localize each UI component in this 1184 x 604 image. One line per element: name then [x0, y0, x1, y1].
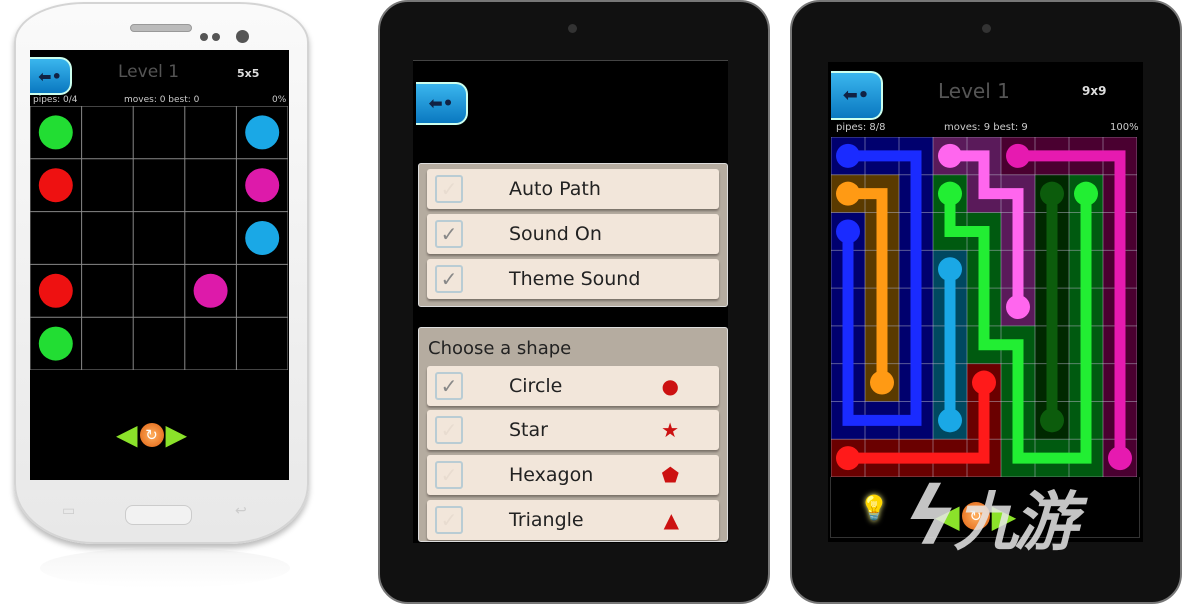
flow-dot: [1108, 446, 1132, 471]
front-camera: [568, 24, 577, 33]
flow-dot: [836, 143, 860, 168]
setting-label: Auto Path: [509, 178, 601, 200]
flow-dot: [193, 273, 228, 308]
flow-dot: [245, 115, 280, 150]
watermark-text: 九游: [953, 486, 1078, 560]
next-level-button[interactable]: ▶: [166, 421, 188, 449]
level-title: Level 1: [938, 79, 1010, 103]
progress-percent: 100%: [1110, 122, 1139, 133]
pipes-count: pipes: 8/8: [836, 122, 886, 133]
shape-label: Hexagon: [509, 464, 594, 486]
checkbox[interactable]: ✓: [435, 265, 463, 293]
flow-dot: [836, 181, 860, 206]
shape-header: Choose a shape: [428, 338, 572, 359]
front-camera: [236, 30, 249, 43]
front-camera: [982, 24, 991, 33]
pipes-count: pipes: 0/4: [33, 95, 78, 105]
back-arrow-icon: ⬅•: [428, 93, 454, 114]
grid-size: 5x5: [237, 67, 260, 80]
setting-label: Sound On: [509, 223, 602, 245]
checkbox[interactable]: ✓: [435, 506, 463, 534]
shape-star[interactable]: ✓ Star ★: [427, 410, 719, 450]
setting-auto-path[interactable]: ✓ Auto Path: [427, 169, 719, 209]
menu-key-icon[interactable]: ▭: [62, 503, 75, 519]
flow-dot: [938, 408, 962, 433]
shape-triangle[interactable]: ✓ Triangle ▲: [427, 500, 719, 540]
back-button[interactable]: ⬅•: [416, 82, 468, 125]
moves-count: moves: 0 best: 0: [124, 95, 200, 105]
phone-reflection: [40, 548, 290, 588]
checkbox[interactable]: ✓: [435, 220, 463, 248]
flow-dot: [1040, 181, 1064, 206]
home-button[interactable]: [125, 505, 192, 525]
back-key-icon[interactable]: ↩: [235, 503, 247, 519]
checkbox[interactable]: ✓: [435, 461, 463, 489]
back-arrow-icon: ⬅•: [842, 85, 870, 106]
flow-dot: [938, 181, 962, 206]
flow-dot: [38, 273, 73, 308]
flow-dot: [1074, 181, 1098, 206]
checkbox[interactable]: ✓: [435, 372, 463, 400]
shape-hexagon[interactable]: ✓ Hexagon ⬟: [427, 455, 719, 495]
shape-label: Circle: [509, 375, 563, 397]
lightbulb-icon[interactable]: 💡: [859, 494, 889, 522]
setting-theme-sound[interactable]: ✓ Theme Sound: [427, 259, 719, 299]
progress-percent: 0%: [272, 95, 287, 105]
back-button[interactable]: ⬅•: [831, 71, 883, 120]
flow-dot: [38, 168, 73, 203]
back-arrow-icon: ⬅•: [38, 66, 62, 86]
sensor-icon: [212, 33, 220, 41]
grid-size: 9x9: [1082, 84, 1107, 98]
flow-dot: [836, 446, 860, 471]
flow-dot: [870, 370, 894, 395]
shape-label: Star: [509, 419, 548, 441]
level-title: Level 1: [118, 62, 180, 82]
flow-dot: [1006, 143, 1030, 168]
flow-dot: [972, 370, 996, 395]
game-board[interactable]: [831, 137, 1137, 477]
flow-dot: [245, 168, 280, 203]
star-icon: ★: [661, 418, 679, 442]
triangle-icon: ▲: [663, 508, 679, 532]
back-button[interactable]: ⬅•: [30, 57, 72, 95]
checkbox[interactable]: ✓: [435, 416, 463, 444]
game-board[interactable]: [30, 106, 288, 370]
flow-dot: [1006, 295, 1030, 319]
reload-button[interactable]: ↻: [139, 423, 164, 447]
shape-panel: Choose a shape ✓ Circle ● ✓ Star ★ ✓ Hexagon ⬟…: [418, 327, 728, 542]
shape-circle[interactable]: ✓ Circle ●: [427, 366, 719, 406]
circle-icon: ●: [661, 374, 679, 398]
flow-dot: [938, 143, 962, 168]
flow-dot: [245, 221, 280, 255]
setting-sound-on[interactable]: ✓ Sound On: [427, 214, 719, 254]
flow-dot: [1040, 408, 1064, 433]
moves-count: moves: 9 best: 9: [944, 122, 1028, 133]
checkbox[interactable]: ✓: [435, 175, 463, 203]
settings-panel: ✓ Auto Path ✓ Sound On ✓ Theme Sound: [418, 163, 728, 307]
watermark-logo: ϟ九游: [905, 470, 1078, 563]
previous-level-button[interactable]: ◀: [116, 421, 138, 449]
flow-dot: [38, 326, 73, 361]
setting-label: Theme Sound: [509, 268, 641, 290]
flow-dot: [38, 115, 73, 150]
pentagon-icon: ⬟: [661, 463, 679, 487]
flow-dot: [938, 257, 962, 282]
shape-label: Triangle: [509, 509, 584, 531]
flow-dot: [836, 219, 860, 244]
level-controls: ◀ ↻ ▶: [116, 421, 187, 449]
speaker-grille: [130, 24, 192, 32]
sensor-icon: [200, 33, 208, 41]
